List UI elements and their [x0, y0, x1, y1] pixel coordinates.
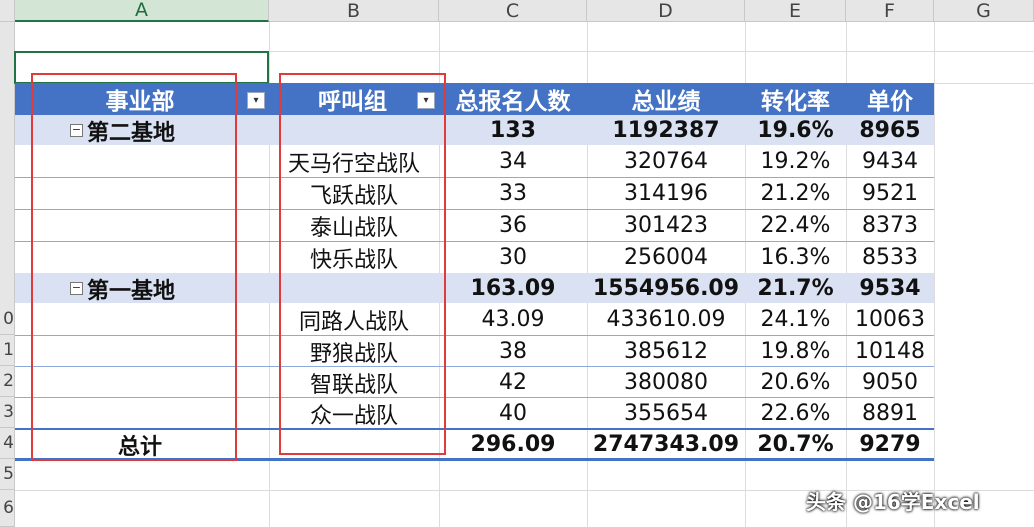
team-rate[interactable]: 22.4% — [745, 210, 846, 241]
watermark-text: 头条 @16学Excel — [806, 490, 980, 514]
team-rate[interactable]: 19.8% — [745, 336, 846, 367]
chevron-down-icon: ▾ — [253, 95, 259, 106]
team-price[interactable]: 9434 — [846, 146, 934, 177]
corner-cell[interactable] — [0, 0, 15, 22]
team-rate[interactable]: 20.6% — [745, 367, 846, 398]
column-header-c[interactable]: C — [439, 0, 587, 22]
team-rate[interactable]: 24.1% — [745, 304, 846, 335]
column-header-g[interactable]: G — [934, 0, 1034, 22]
team-performance[interactable]: 314196 — [587, 178, 745, 209]
team-rate[interactable]: 19.2% — [745, 146, 846, 177]
team-count[interactable]: 30 — [439, 242, 587, 273]
team-count[interactable]: 43.09 — [439, 304, 587, 335]
team-performance[interactable]: 256004 — [587, 242, 745, 273]
team-price[interactable]: 9521 — [846, 178, 934, 209]
column-header-f[interactable]: F — [846, 0, 934, 22]
filter-dropdown-business-unit[interactable]: ▾ — [247, 92, 265, 109]
header-total-performance[interactable]: 总业绩 — [587, 83, 745, 115]
column-header-b[interactable]: B — [269, 0, 439, 22]
subtotal-performance[interactable]: 1554956.09 — [587, 273, 745, 304]
header-total-signups[interactable]: 总报名人数 — [439, 83, 587, 115]
header-unit-price[interactable]: 单价 — [846, 83, 934, 115]
row-header-13[interactable]: 3 — [0, 397, 15, 428]
subtotal-count[interactable]: 133 — [439, 115, 587, 146]
row-header-10[interactable]: 0 — [0, 304, 15, 335]
subtotal-rate[interactable]: 19.6% — [745, 115, 846, 146]
subtotal-price[interactable]: 9534 — [846, 273, 934, 304]
team-price[interactable]: 8891 — [846, 398, 934, 429]
column-header-a[interactable]: A — [15, 0, 269, 22]
team-performance[interactable]: 433610.09 — [587, 304, 745, 335]
team-performance[interactable]: 320764 — [587, 146, 745, 177]
team-count[interactable]: 34 — [439, 146, 587, 177]
team-price[interactable]: 10063 — [846, 304, 934, 335]
grand-total-rate[interactable]: 20.7% — [745, 429, 846, 460]
team-performance[interactable]: 380080 — [587, 367, 745, 398]
team-rate[interactable]: 21.2% — [745, 178, 846, 209]
team-rate[interactable]: 22.6% — [745, 398, 846, 429]
team-count[interactable]: 33 — [439, 178, 587, 209]
team-count[interactable]: 40 — [439, 398, 587, 429]
highlight-box-call-group — [279, 73, 446, 455]
team-price[interactable]: 8533 — [846, 242, 934, 273]
column-header-e[interactable]: E — [745, 0, 846, 22]
highlight-box-business-unit — [31, 73, 237, 461]
gridline — [934, 22, 935, 527]
header-conversion-rate[interactable]: 转化率 — [745, 83, 846, 115]
subtotal-rate[interactable]: 21.7% — [745, 273, 846, 304]
team-count[interactable]: 38 — [439, 336, 587, 367]
team-performance[interactable]: 355654 — [587, 398, 745, 429]
row-header-16[interactable]: 6 — [0, 490, 15, 527]
team-performance[interactable]: 301423 — [587, 210, 745, 241]
team-count[interactable]: 42 — [439, 367, 587, 398]
row-header-12[interactable]: 2 — [0, 366, 15, 397]
team-rate[interactable]: 16.3% — [745, 242, 846, 273]
row-header-15[interactable]: 5 — [0, 459, 15, 490]
team-price[interactable]: 8373 — [846, 210, 934, 241]
subtotal-performance[interactable]: 1192387 — [587, 115, 745, 146]
subtotal-count[interactable]: 163.09 — [439, 273, 587, 304]
row-header-11[interactable]: 1 — [0, 335, 15, 366]
grand-total-performance[interactable]: 2747343.09 — [587, 429, 745, 460]
team-price[interactable]: 10148 — [846, 336, 934, 367]
team-performance[interactable]: 385612 — [587, 336, 745, 367]
column-header-d[interactable]: D — [587, 0, 745, 22]
grand-total-price[interactable]: 9279 — [846, 429, 934, 460]
team-price[interactable]: 9050 — [846, 367, 934, 398]
subtotal-price[interactable]: 8965 — [846, 115, 934, 146]
team-count[interactable]: 36 — [439, 210, 587, 241]
grand-total-count[interactable]: 296.09 — [439, 429, 587, 460]
row-header-14[interactable]: 4 — [0, 428, 15, 459]
